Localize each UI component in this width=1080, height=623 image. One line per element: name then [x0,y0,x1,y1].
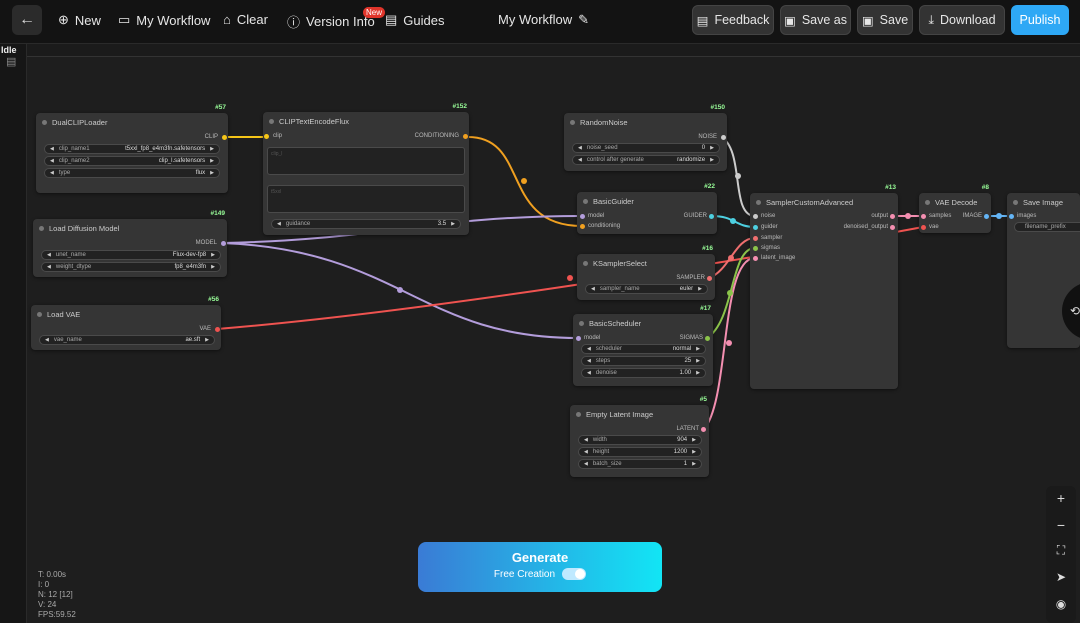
zoom-controls: + − ⛶ ➤ ◉ [1046,486,1076,623]
download-icon: ⤓ [928,12,934,27]
widget-weight-dtype[interactable]: ◀ weight_dtype fp8_e4m3fn ▶ [41,262,221,272]
input-slot[interactable] [1009,214,1014,219]
widget-denoise[interactable]: ◀ denoise 1.00 ▶ [581,368,706,378]
input-slot[interactable] [580,214,585,219]
output-slot[interactable] [215,327,220,332]
widget-sampler-name[interactable]: ◀ sampler_name euler ▶ [585,284,708,294]
widget-noise-seed[interactable]: ◀ noise_seed 0 ▶ [572,143,720,153]
zoom-out-icon[interactable]: − [1054,517,1068,533]
info-icon: ⓘ [287,15,301,30]
new-button[interactable]: ⊕ New [58,12,101,28]
node-dualcliploader[interactable]: #57 DualCLIPLoader CLIP ◀ clip_name1 t5xxl… [36,104,228,193]
publish-button[interactable]: Publish [1011,5,1069,35]
node-basicscheduler[interactable]: #17 BasicScheduler model SIGMAS ◀ schedul… [573,305,713,386]
feedback-icon: ▤ [696,13,709,28]
zoom-in-icon[interactable]: + [1054,490,1068,506]
fit-view-icon[interactable]: ⛶ [1054,543,1068,558]
node-load-diffusion-model[interactable]: #149 Load Diffusion Model MODEL ◀ unet_na… [33,210,227,277]
input-slot[interactable] [753,246,758,251]
output-slot[interactable] [721,135,726,140]
input-slot[interactable] [580,224,585,229]
locate-icon[interactable]: ➤ [1054,570,1068,584]
widget-height[interactable]: ◀ height 1200 ▶ [578,447,702,457]
pencil-icon[interactable]: ✎ [578,12,589,28]
queue-icon[interactable]: ▤ [6,55,16,68]
output-slot[interactable] [705,336,710,341]
render-stats: T: 0.00s I: 0 N: 12 [12] V: 24 FPS:59.52 [38,570,76,619]
output-slot[interactable] [222,135,227,140]
version-info-button[interactable]: ⓘ Version Info [287,12,375,31]
node-load-vae[interactable]: #56 Load VAE VAE ◀ vae_name ae.sft ▶ [31,296,221,350]
input-slot[interactable] [753,214,758,219]
input-slot[interactable] [576,336,581,341]
history-icon: ⟲ [1070,304,1080,318]
input-slot[interactable] [753,225,758,230]
widget-type[interactable]: ◀ type flux ▶ [44,168,220,178]
output-slot[interactable] [890,225,895,230]
back-button[interactable]: ← [12,5,42,35]
widget-clip-name1[interactable]: ◀ clip_name1 t5xxl_fp8_e4m3fn.safetensors ▶ [44,144,220,154]
node-ksamplerselect[interactable]: #16 KSamplerSelect SAMPLER ◀ sampler_name… [577,245,715,300]
input-slot[interactable] [921,225,926,230]
save-button[interactable]: ▣ Save [857,5,913,35]
top-bar: ← ⊕ New ▭ My Workflow ⌂ Clear ⓘ Version Info… [0,0,1080,44]
node-samplercustomadvanced[interactable]: #13 SamplerCustomAdvanced noise guider s… [750,184,898,389]
back-arrow-icon: ← [19,11,35,28]
output-slot[interactable] [709,214,714,219]
my-workflow-button[interactable]: ▭ My Workflow [118,12,210,28]
widget-width[interactable]: ◀ width 904 ▶ [578,435,702,445]
folder-icon: ▭ [118,12,131,27]
visibility-eye-icon[interactable]: ◉ [1054,597,1068,611]
widget-steps[interactable]: ◀ steps 25 ▶ [581,356,706,366]
widget-filename-prefix[interactable]: filename_prefix [1014,222,1080,232]
new-badge: New [363,7,386,18]
node-empty-latent-image[interactable]: #5 Empty Latent Image LATENT ◀ width 904 ▶ … [570,396,709,477]
textarea-t5xxl[interactable]: t5xxl [267,185,465,213]
clear-button[interactable]: ⌂ Clear [223,12,268,27]
save-as-button[interactable]: ▣ Save as [780,5,851,35]
output-slot[interactable] [701,427,706,432]
save-as-icon: ▣ [784,13,796,28]
free-creation-toggle[interactable] [562,568,587,580]
save-icon: ▣ [861,13,874,28]
textarea-clip-l[interactable]: clip_l [267,147,465,175]
workflow-title[interactable]: My Workflow ✎ [498,12,589,28]
output-slot[interactable] [463,134,468,139]
widget-unet-name[interactable]: ◀ unet_name Flux-dev-fp8 ▶ [41,250,221,260]
node-basicguider[interactable]: #22 BasicGuider model conditioning GUIDE… [577,183,717,234]
input-slot[interactable] [753,236,758,241]
guides-button[interactable]: ▤ Guides [385,12,445,28]
node-vae-decode[interactable]: #8 VAE Decode samples vae IMAGE [919,184,991,233]
node-cliptextencodeflux[interactable]: #152 CLIPTextEncodeFlux clip CONDITIONIN… [263,103,469,235]
widget-control-after-generate[interactable]: ◀ control after generate randomize ▶ [572,155,720,165]
widget-guidance[interactable]: ◀ guidance 3.5 ▶ [271,219,461,229]
output-slot[interactable] [707,276,712,281]
input-slot[interactable] [921,214,926,219]
output-slot[interactable] [984,214,989,219]
widget-vae-name[interactable]: ◀ vae_name ae.sft ▶ [39,335,215,345]
feedback-button[interactable]: ▤ Feedback [692,5,774,35]
input-slot[interactable] [264,134,269,139]
status-idle: Idle [1,45,17,55]
widget-batch-size[interactable]: ◀ batch_size 1 ▶ [578,459,702,469]
download-button[interactable]: ⤓ Download [919,5,1005,35]
input-slot[interactable] [753,256,758,261]
left-sidebar [0,44,27,623]
node-randomnoise[interactable]: #150 RandomNoise NOISE ◀ noise_seed 0 ▶ ◀ co… [564,104,727,171]
output-slot[interactable] [221,241,226,246]
broom-icon: ⌂ [223,12,231,27]
plus-circle-icon: ⊕ [58,12,69,27]
widget-scheduler[interactable]: ◀ scheduler normal ▶ [581,344,706,354]
widget-clip-name2[interactable]: ◀ clip_name2 clip_l.safetensors ▶ [44,156,220,166]
output-slot[interactable] [890,214,895,219]
book-icon: ▤ [385,12,398,27]
generate-button[interactable]: Generate Free Creation [418,542,662,592]
